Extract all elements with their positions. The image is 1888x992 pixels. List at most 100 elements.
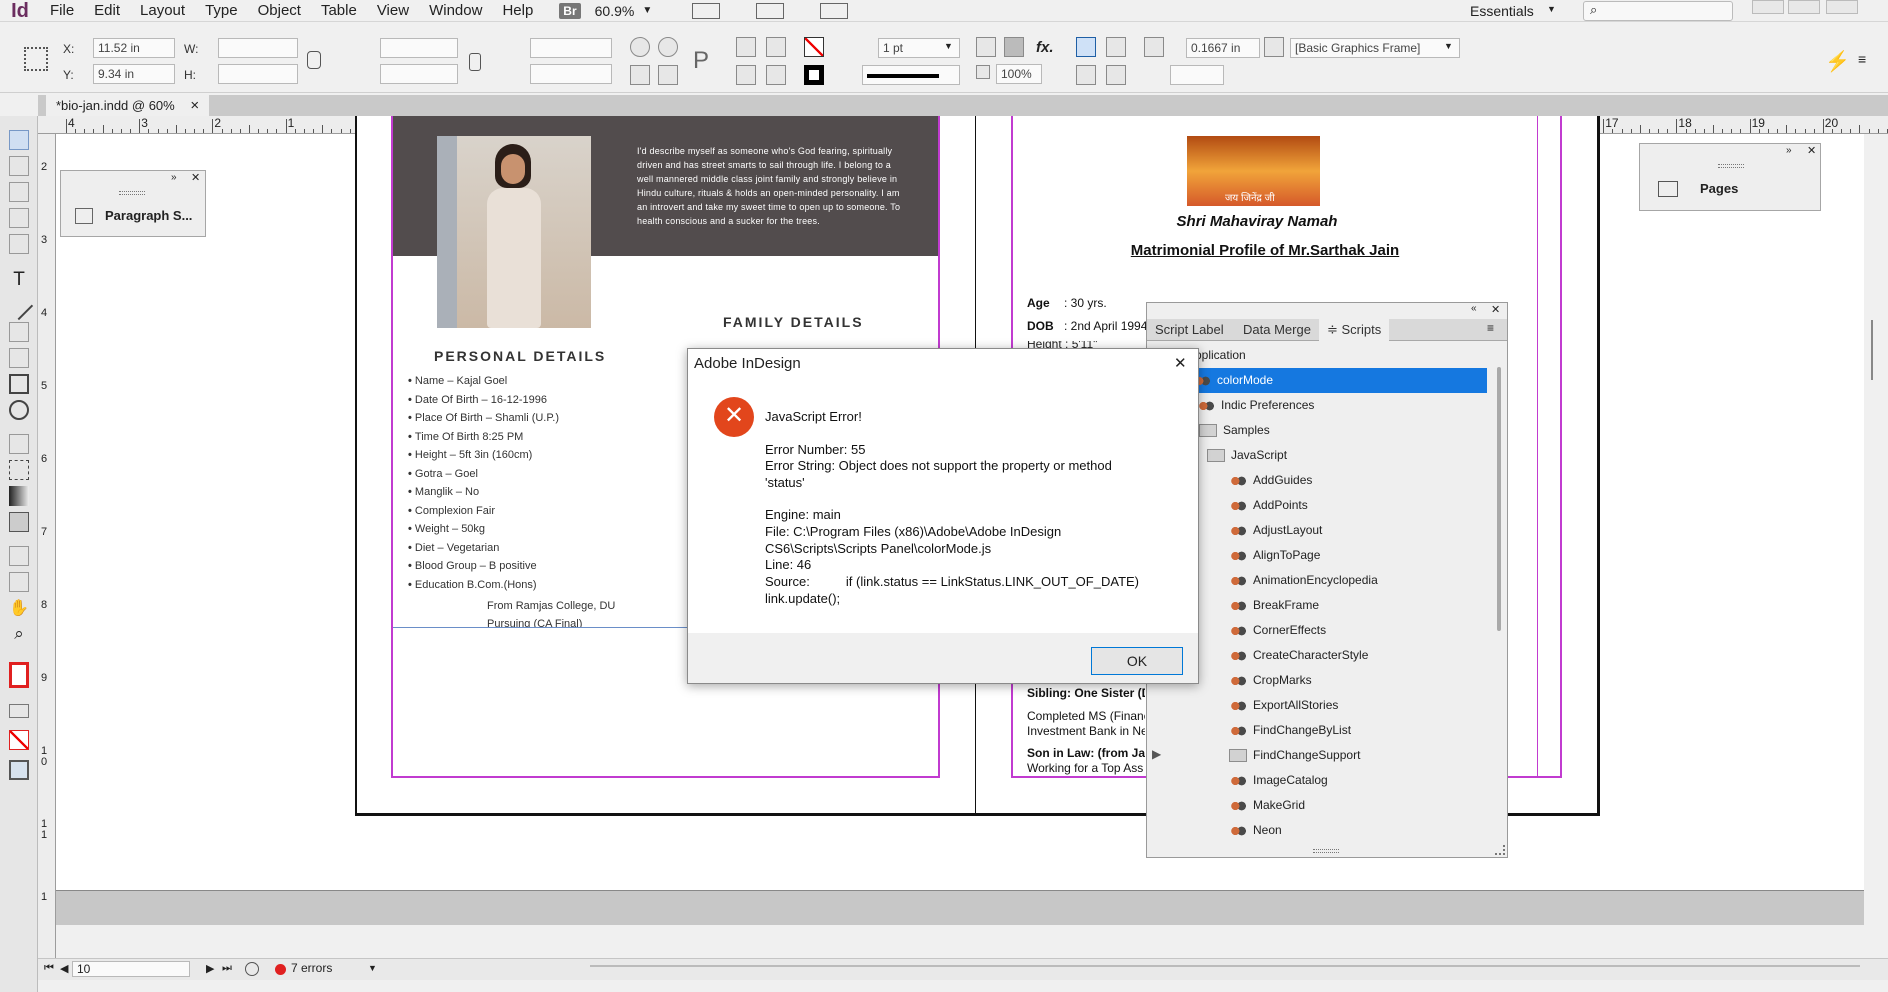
page-tool-icon[interactable] — [9, 182, 29, 202]
apply-none-icon[interactable] — [9, 730, 29, 750]
pages-panel-grip[interactable] — [1718, 164, 1744, 168]
constrain-proportions-icon[interactable] — [307, 51, 321, 69]
select-container-icon[interactable] — [736, 37, 756, 57]
scale-y-field[interactable] — [380, 64, 458, 84]
gap-tool-icon[interactable] — [9, 208, 29, 228]
hand-tool-icon[interactable]: ✋ — [9, 598, 29, 618]
script-item[interactable]: AlignToPage — [1229, 543, 1320, 568]
height-field[interactable] — [218, 64, 298, 84]
paragraph-styles-label[interactable]: Paragraph S... — [105, 208, 192, 223]
zoom-dropdown-icon[interactable]: ▼ — [642, 5, 652, 16]
selection-tool-icon[interactable] — [9, 130, 29, 150]
corner-shape-selector[interactable] — [1170, 65, 1224, 85]
workspace-dropdown-icon[interactable]: ▼ — [1547, 4, 1556, 14]
stroke-type-selector[interactable] — [862, 65, 960, 85]
script-item[interactable]: Neon — [1229, 818, 1282, 837]
drop-shadow-icon[interactable] — [976, 37, 996, 57]
script-folder-item[interactable]: FindChangeSupport — [1229, 743, 1360, 768]
eyedropper-tool-icon[interactable] — [9, 572, 29, 592]
script-item[interactable]: colorMode — [1193, 368, 1487, 393]
line-tool-icon[interactable] — [4, 291, 34, 321]
object-style-chevron-icon[interactable]: ▼ — [1444, 41, 1453, 51]
gradient-swatch-tool-icon[interactable] — [9, 486, 29, 506]
screen-mode-icon[interactable] — [756, 2, 785, 19]
bridge-button[interactable]: Br — [559, 2, 581, 19]
shadow-icon[interactable] — [1004, 37, 1024, 57]
preflight-menu-icon[interactable]: ▼ — [368, 963, 377, 973]
scripts-panel-grip[interactable] — [1313, 849, 1339, 853]
scripts-panel-menu-icon[interactable]: ≡ — [1487, 321, 1494, 335]
previous-page-icon[interactable]: ◀ — [60, 962, 68, 975]
stroke-weight-dropdown-icon[interactable]: ▼ — [944, 41, 953, 51]
scripts-collapse-icon[interactable]: « — [1471, 303, 1477, 314]
opacity-field[interactable]: 100% — [996, 64, 1042, 84]
pencil-tool-icon[interactable] — [9, 348, 29, 368]
script-item[interactable]: FindChangeByList — [1229, 718, 1351, 743]
script-item[interactable]: AddGuides — [1229, 468, 1312, 493]
tab-script-label[interactable]: Script Label — [1147, 319, 1232, 341]
workspace-switcher[interactable]: Essentials — [1470, 0, 1534, 22]
scissors-tool-icon[interactable] — [9, 434, 29, 454]
pages-collapse-icon[interactable]: » — [1786, 145, 1792, 156]
script-item[interactable]: CropMarks — [1229, 668, 1312, 693]
offset-field[interactable]: 0.1667 in — [1186, 38, 1260, 58]
panel-close-icon[interactable]: ✕ — [191, 171, 200, 184]
rotate-ccw-icon[interactable] — [658, 37, 678, 57]
page-number-field[interactable]: 10 — [72, 961, 190, 977]
script-item[interactable]: Indic Preferences — [1197, 393, 1314, 418]
panel-grip[interactable] — [119, 191, 145, 195]
rotation-field[interactable] — [530, 38, 612, 58]
link-scale-icon[interactable] — [469, 53, 481, 71]
first-page-icon[interactable]: ⏮ — [44, 962, 54, 975]
shear-field[interactable] — [530, 64, 612, 84]
select-next-icon[interactable] — [766, 65, 786, 85]
menu-edit[interactable]: Edit — [84, 0, 130, 22]
rotate-cw-icon[interactable] — [630, 37, 650, 57]
direct-selection-tool-icon[interactable] — [9, 156, 29, 176]
formatting-affects-container-icon[interactable] — [9, 704, 29, 718]
minimize-button[interactable] — [1752, 0, 1784, 14]
reference-point-icon[interactable] — [24, 47, 48, 71]
object-style-dropdown[interactable]: [Basic Graphics Frame] — [1290, 38, 1460, 58]
expand-arrow-icon[interactable]: ▶ — [1152, 747, 1161, 761]
flip-horizontal-icon[interactable] — [630, 65, 650, 85]
wrap-shape-icon[interactable] — [1076, 65, 1096, 85]
preflight-icon[interactable] — [245, 962, 259, 976]
free-transform-tool-icon[interactable] — [9, 460, 29, 480]
script-item[interactable]: AnimationEncyclopedia — [1229, 568, 1378, 593]
wrap-jump-icon[interactable] — [1106, 65, 1126, 85]
quick-apply-icon[interactable]: ⚡ — [1825, 49, 1850, 74]
script-item[interactable]: AdjustLayout — [1229, 518, 1322, 543]
script-folder-item[interactable]: JavaScript — [1207, 443, 1287, 468]
tab-scripts[interactable]: ≑ Scripts — [1319, 319, 1390, 341]
type-tool-icon[interactable]: T — [9, 270, 29, 290]
resize-grip-icon[interactable] — [1495, 845, 1505, 855]
menu-help[interactable]: Help — [492, 0, 543, 22]
menu-file[interactable]: File — [40, 0, 84, 22]
arrange-documents-icon[interactable] — [820, 2, 849, 19]
script-item[interactable]: CornerEffects — [1229, 618, 1326, 643]
close-window-button[interactable] — [1826, 0, 1858, 14]
menu-table[interactable]: Table — [311, 0, 367, 22]
select-previous-icon[interactable] — [766, 37, 786, 57]
wrap-none-icon[interactable] — [1076, 37, 1096, 57]
effects-icon[interactable]: fx. — [1036, 39, 1054, 56]
maximize-button[interactable] — [1788, 0, 1820, 14]
zoom-tool-icon[interactable]: ⌕ — [9, 624, 29, 644]
panel-collapse-icon[interactable]: » — [171, 172, 177, 183]
menu-layout[interactable]: Layout — [130, 0, 195, 22]
pages-icon[interactable] — [1658, 181, 1678, 197]
vertical-scrollbar[interactable] — [1871, 320, 1873, 380]
profile-photo[interactable] — [437, 136, 591, 328]
x-position-field[interactable]: 11.52 in — [93, 38, 175, 58]
panel-menu-icon[interactable]: ≡ — [1858, 51, 1866, 67]
ok-button[interactable]: OK — [1091, 647, 1183, 675]
gradient-feather-tool-icon[interactable] — [9, 512, 29, 532]
flip-vertical-icon[interactable] — [658, 65, 678, 85]
scale-x-field[interactable] — [380, 38, 458, 58]
menu-object[interactable]: Object — [248, 0, 311, 22]
object-style-icon[interactable] — [1264, 37, 1284, 57]
scripts-scrollbar[interactable] — [1497, 367, 1501, 631]
script-folder-item[interactable]: Samples — [1199, 418, 1270, 443]
script-item[interactable]: AddPoints — [1229, 493, 1308, 518]
